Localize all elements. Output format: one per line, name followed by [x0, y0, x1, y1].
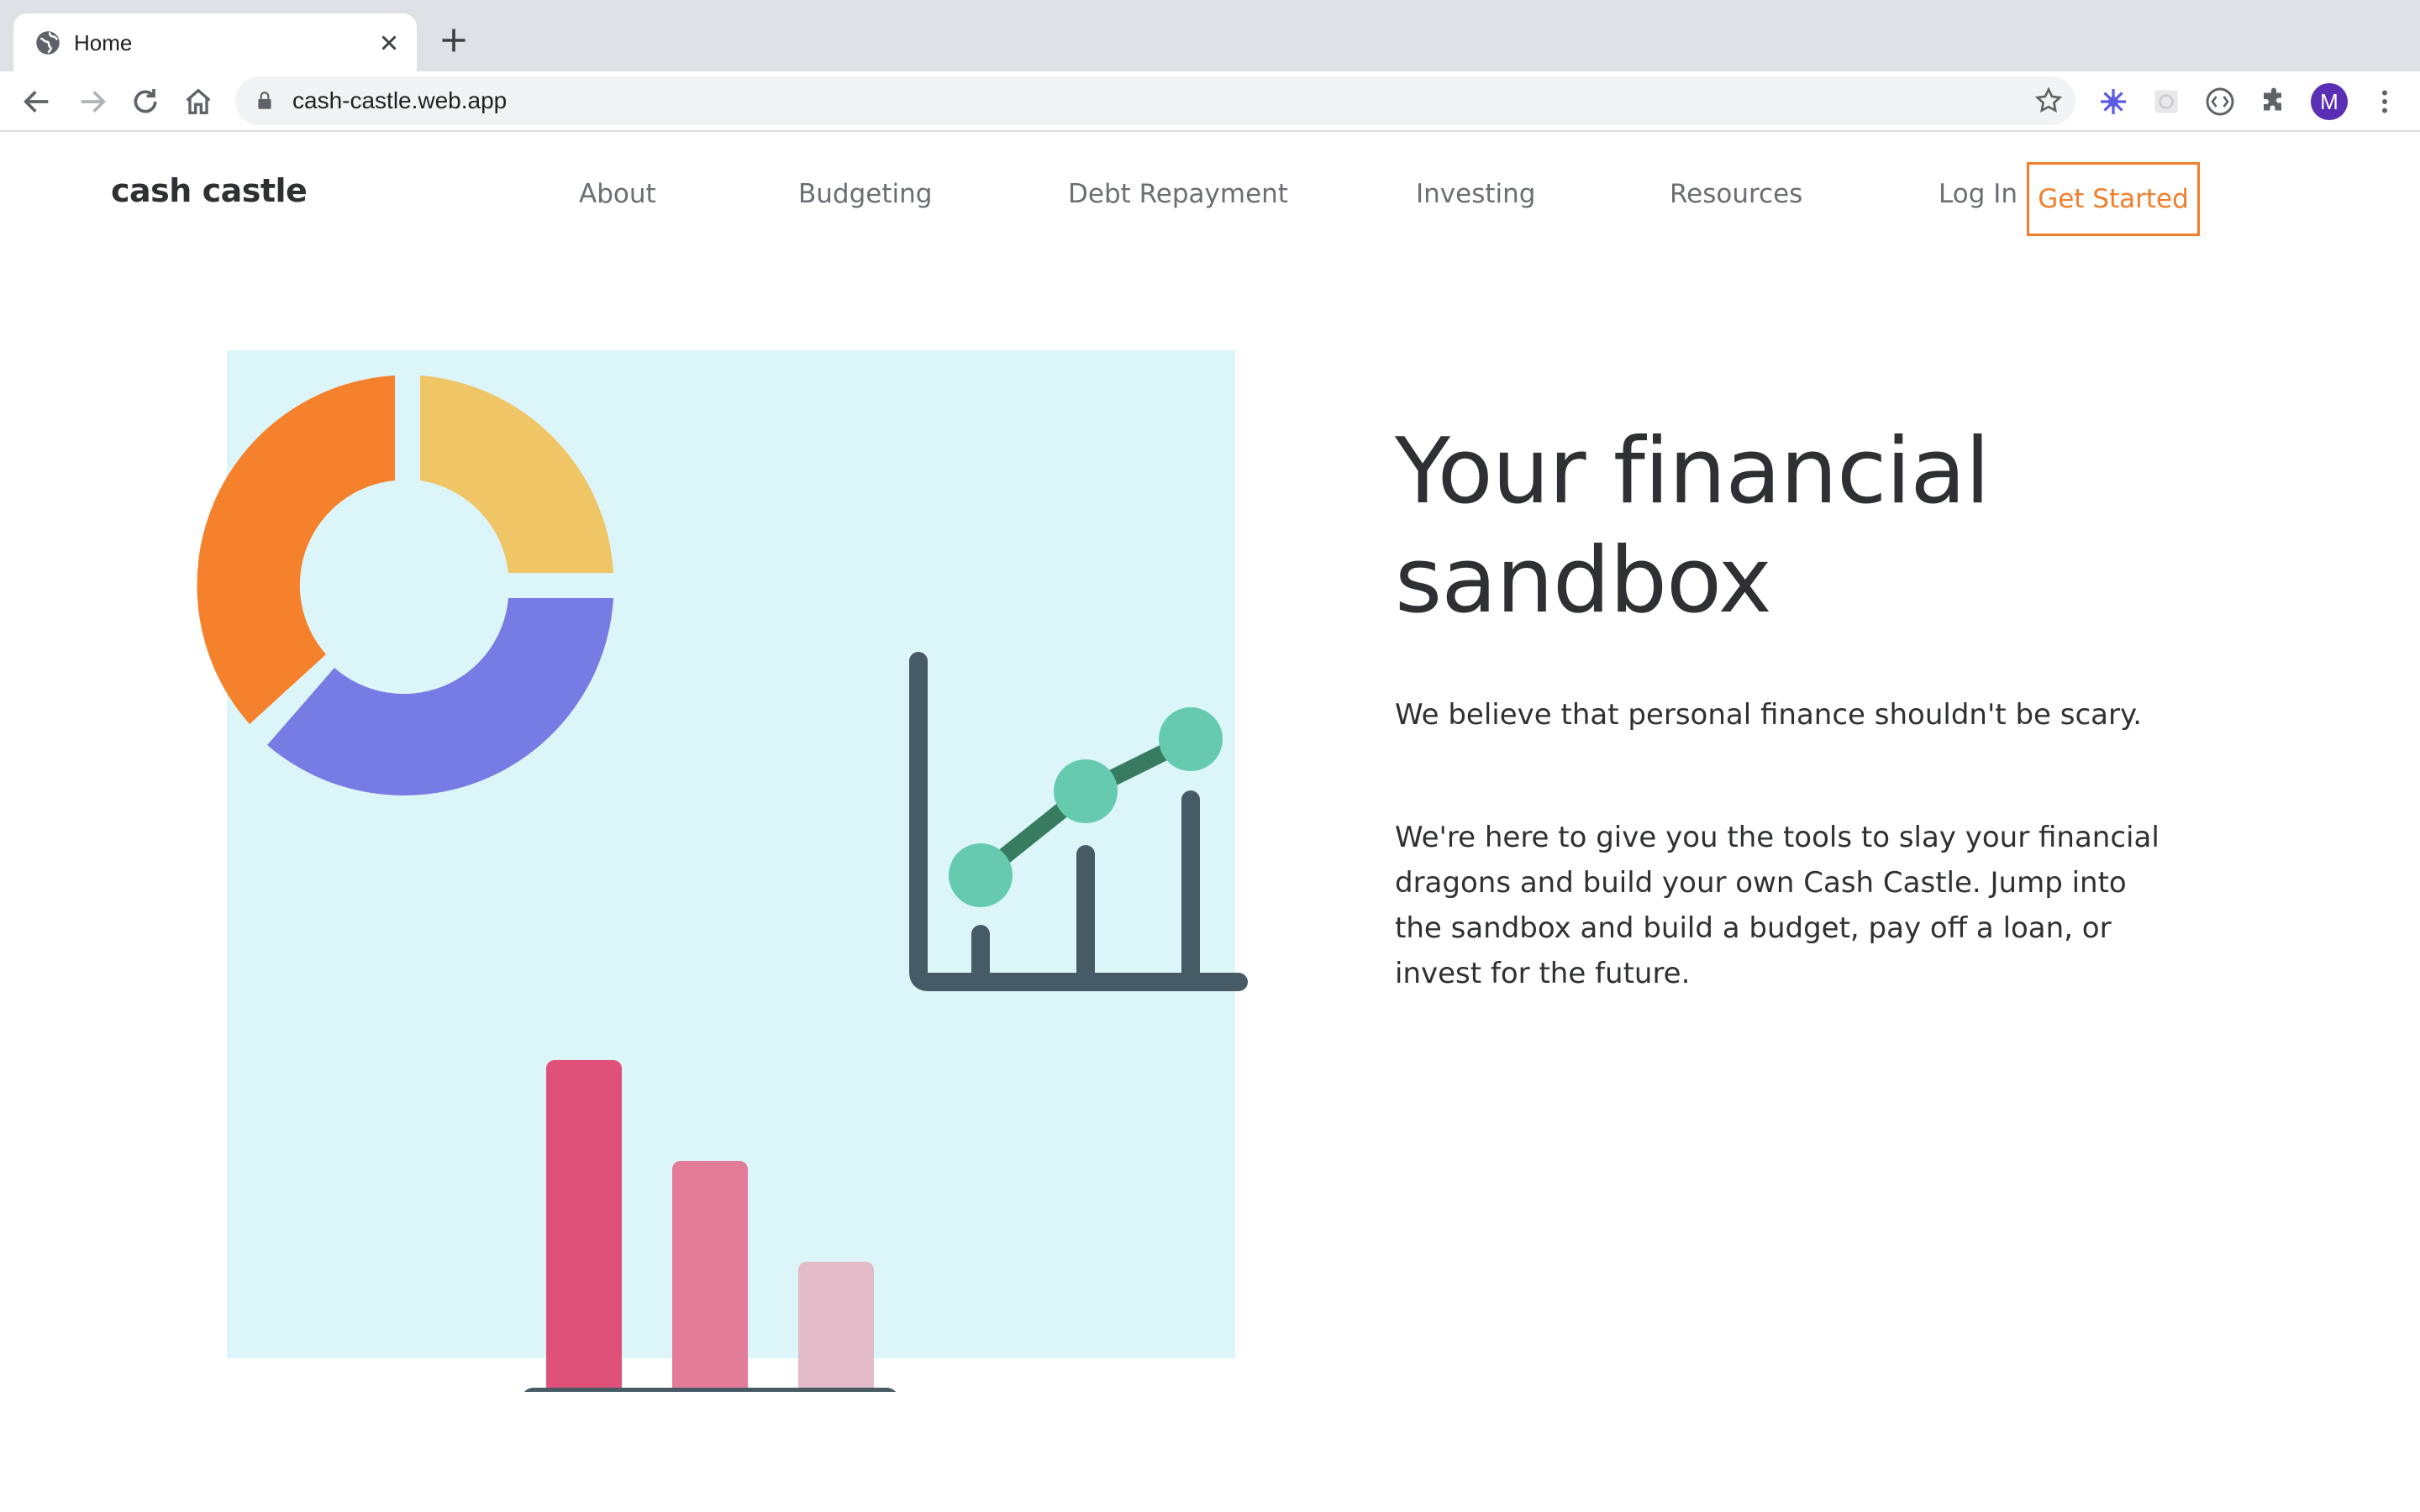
browser-menu-icon[interactable]: [2370, 87, 2400, 117]
nav-investing[interactable]: Investing: [1416, 179, 1535, 209]
extensions-puzzle-icon[interactable]: [2259, 87, 2289, 117]
bookmark-star-icon[interactable]: [2033, 86, 2064, 116]
nav-about[interactable]: About: [579, 179, 656, 209]
lock-icon: [258, 92, 271, 109]
hero-title: Your financial sandbox: [1395, 419, 1991, 633]
hero-tagline: We believe that personal finance shouldn…: [1395, 698, 2143, 732]
forward-arrow-icon[interactable]: [76, 85, 109, 118]
url-text: cash-castle.web.app: [292, 87, 508, 113]
profile-avatar[interactable]: M: [2311, 83, 2348, 120]
hero-description: We're here to give you the tools to slay…: [1395, 821, 2160, 990]
tab-title: Home: [74, 30, 133, 55]
new-tab-icon[interactable]: [439, 25, 469, 55]
close-tab-icon[interactable]: [376, 30, 402, 55]
reload-icon[interactable]: [129, 85, 162, 118]
webpage: cash castle About Budgeting Debt Repayme…: [0, 132, 2420, 1512]
browser-toolbar: cash-castle.web.app M: [0, 71, 2420, 132]
address-bar[interactable]: cash-castle.web.app: [235, 76, 2075, 125]
browser-tab-home[interactable]: Home: [13, 13, 417, 71]
nav-log-in[interactable]: Log In: [1939, 179, 2018, 209]
back-arrow-icon[interactable]: [20, 85, 54, 118]
nav-resources[interactable]: Resources: [1670, 179, 1802, 209]
browser-tab-strip: Home: [0, 0, 2420, 71]
extension-grid-icon[interactable]: [2151, 87, 2181, 117]
home-icon[interactable]: [182, 85, 215, 118]
globe-icon: [36, 31, 60, 55]
get-started-button[interactable]: Get Started: [2027, 162, 2200, 236]
extension-sparkle-icon[interactable]: [2098, 87, 2128, 117]
nav-budgeting[interactable]: Budgeting: [798, 179, 932, 209]
finance-illustration: [197, 350, 1248, 1392]
nav-debt-repayment[interactable]: Debt Repayment: [1068, 179, 1288, 209]
extension-code-icon[interactable]: [2205, 87, 2235, 117]
site-logo[interactable]: cash castle: [111, 172, 308, 209]
